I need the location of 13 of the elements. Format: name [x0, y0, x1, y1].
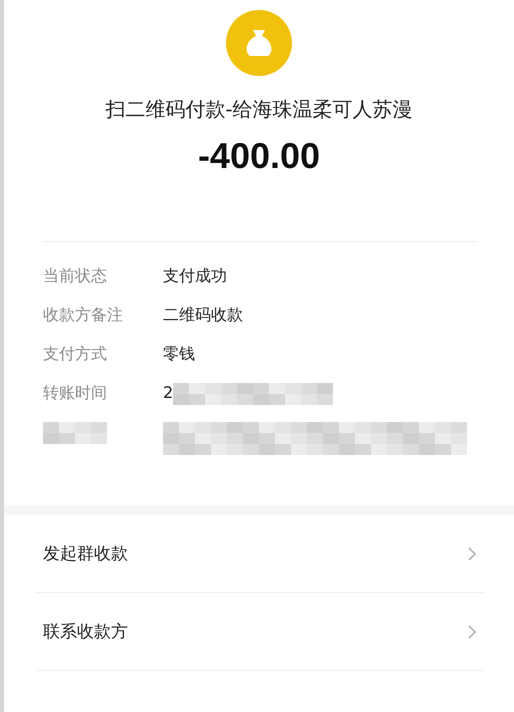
detail-value: 支付成功: [163, 266, 227, 287]
chevron-right-icon: [467, 624, 477, 640]
detail-label: 转账时间: [43, 383, 108, 404]
detail-value: 二维码收款: [163, 305, 243, 326]
chevron-right-icon: [467, 546, 477, 562]
payment-amount: -400.00: [198, 135, 320, 177]
payment-title: 扫二维码付款-给海珠温柔可人苏漫: [105, 96, 413, 123]
detail-value: 零钱: [163, 344, 195, 365]
detail-label: 当前状态: [43, 266, 108, 287]
money-bag-icon: [226, 10, 292, 76]
detail-label: 收款方备注: [43, 305, 124, 326]
detail-value: 2: [163, 383, 174, 402]
detail-label: 支付方式: [43, 344, 108, 365]
